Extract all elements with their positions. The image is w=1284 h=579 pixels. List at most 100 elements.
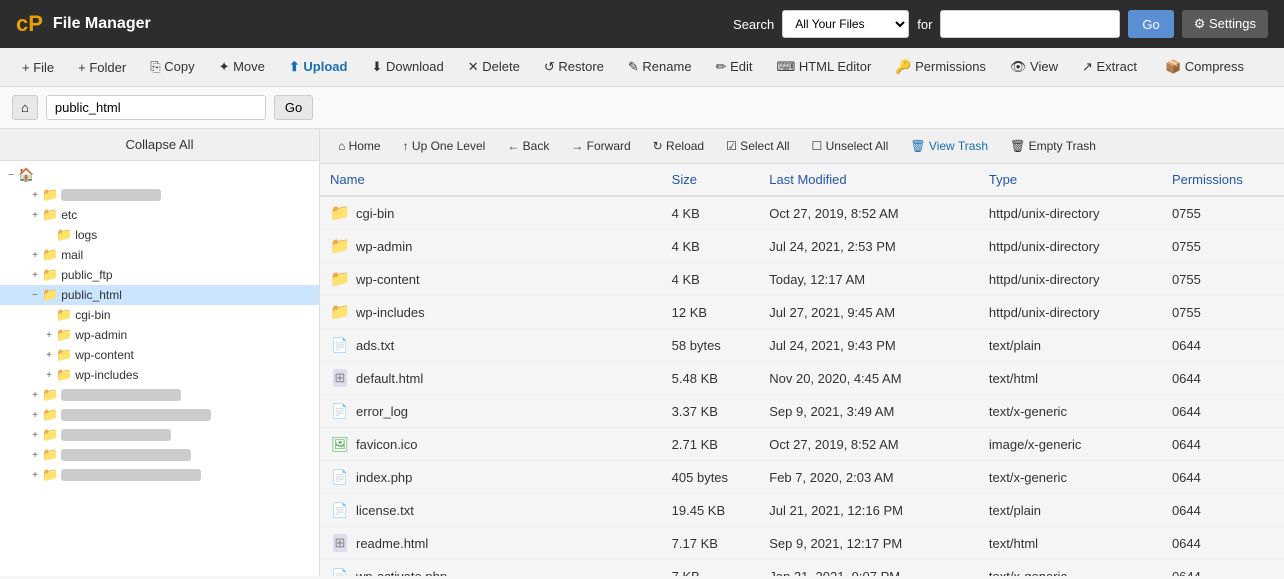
file-icon: 📄 xyxy=(330,566,350,576)
table-row[interactable]: ⊞ default.html 5.48 KB Nov 20, 2020, 4:4… xyxy=(320,362,1284,395)
tree-toggle-logs xyxy=(42,230,56,241)
file-name-cell[interactable]: 📁 wp-admin xyxy=(320,230,662,263)
tree-item-logs[interactable]: 📁 logs xyxy=(0,225,319,245)
file-modified: Oct 27, 2019, 8:52 AM xyxy=(759,428,979,461)
delete-button[interactable]: ✕ Delete xyxy=(458,54,530,80)
file-icon: 📁 xyxy=(330,269,350,289)
table-row[interactable]: 📄 license.txt 19.45 KB Jul 21, 2021, 12:… xyxy=(320,494,1284,527)
tree-item-cgi-bin[interactable]: 📁 cgi-bin xyxy=(0,305,319,325)
file-permissions: 0644 xyxy=(1162,461,1284,494)
table-row[interactable]: 📄 wp-activate.php 7 KB Jan 21, 2021, 9:0… xyxy=(320,560,1284,577)
file-name-cell[interactable]: ⊞ readme.html xyxy=(320,527,662,560)
tree-item-wp-includes[interactable]: + 📁 wp-includes xyxy=(0,365,319,385)
file-name-cell[interactable]: 📄 index.php xyxy=(320,461,662,494)
new-file-button[interactable]: + File xyxy=(12,55,64,80)
col-header-name[interactable]: Name xyxy=(320,164,662,196)
new-folder-button[interactable]: + Folder xyxy=(68,55,136,80)
home-nav-button[interactable]: ⌂ Home xyxy=(330,135,389,157)
view-button[interactable]: 👁 View xyxy=(1000,54,1068,80)
tree-toggle-root: − xyxy=(4,170,18,181)
file-name-cell[interactable]: 📄 wp-activate.php xyxy=(320,560,662,577)
file-name-cell[interactable]: 📁 cgi-bin xyxy=(320,196,662,230)
tree-toggle-wp-admin: + xyxy=(42,330,56,341)
forward-button[interactable]: → Forward xyxy=(563,135,638,157)
table-row[interactable]: 📄 index.php 405 bytes Feb 7, 2020, 2:03 … xyxy=(320,461,1284,494)
file-modified: Today, 12:17 AM xyxy=(759,263,979,296)
file-icon: 🖼 xyxy=(330,434,350,454)
file-name-cell[interactable]: 🖼 favicon.ico xyxy=(320,428,662,461)
select-all-button[interactable]: ☑ Select All xyxy=(718,135,797,157)
settings-button[interactable]: ⚙ Settings xyxy=(1182,10,1268,38)
tree-toggle: + xyxy=(28,450,42,461)
tree-item-blurred-3[interactable]: + 📁 xyxy=(0,405,319,425)
file-name-cell[interactable]: 📁 wp-includes xyxy=(320,296,662,329)
col-header-modified[interactable]: Last Modified xyxy=(759,164,979,196)
move-button[interactable]: ✦ Move xyxy=(209,54,275,80)
col-header-permissions[interactable]: Permissions xyxy=(1162,164,1284,196)
tree-label-wp-content: wp-content xyxy=(75,348,134,362)
table-row[interactable]: 📁 wp-content 4 KB Today, 12:17 AM httpd/… xyxy=(320,263,1284,296)
table-row[interactable]: 📄 error_log 3.37 KB Sep 9, 2021, 3:49 AM… xyxy=(320,395,1284,428)
html-editor-button[interactable]: ⌨ HTML Editor xyxy=(766,54,881,80)
extract-button[interactable]: ↗ Extract xyxy=(1072,54,1147,80)
folder-icon: 📁 xyxy=(42,187,58,203)
search-scope-select[interactable]: All Your Files File Names Only File Cont… xyxy=(782,10,909,38)
tree-item-wp-admin[interactable]: + 📁 wp-admin xyxy=(0,325,319,345)
sidebar: Collapse All − 🏠 + 📁 + 📁 etc xyxy=(0,129,320,576)
tree-item-root[interactable]: − 🏠 xyxy=(0,165,319,185)
permissions-button[interactable]: 🔑 Permissions xyxy=(885,54,996,80)
table-row[interactable]: 📄 ads.txt 58 bytes Jul 24, 2021, 9:43 PM… xyxy=(320,329,1284,362)
tree-item-blurred-2[interactable]: + 📁 xyxy=(0,385,319,405)
file-name-cell[interactable]: 📄 ads.txt xyxy=(320,329,662,362)
reload-button[interactable]: ↻ Reload xyxy=(645,135,712,157)
tree-item-public-html[interactable]: − 📁 public_html xyxy=(0,285,319,305)
tree-item-public-ftp[interactable]: + 📁 public_ftp xyxy=(0,265,319,285)
file-name-cell[interactable]: 📄 error_log xyxy=(320,395,662,428)
file-permissions: 0755 xyxy=(1162,263,1284,296)
search-input[interactable] xyxy=(940,10,1120,38)
compress-button[interactable]: 📦 Compress xyxy=(1155,54,1254,80)
col-header-type[interactable]: Type xyxy=(979,164,1162,196)
file-modified: Jul 24, 2021, 2:53 PM xyxy=(759,230,979,263)
file-permissions: 0755 xyxy=(1162,196,1284,230)
table-row[interactable]: 📁 cgi-bin 4 KB Oct 27, 2019, 8:52 AM htt… xyxy=(320,196,1284,230)
file-tree: − 🏠 + 📁 + 📁 etc xyxy=(0,161,319,489)
app-title: File Manager xyxy=(53,15,151,33)
empty-trash-button[interactable]: 🗑 Empty Trash xyxy=(1002,135,1104,157)
tree-item-wp-content[interactable]: + 📁 wp-content xyxy=(0,345,319,365)
tree-label-blurred xyxy=(61,449,191,461)
rename-button[interactable]: ✎ Rename xyxy=(618,54,702,80)
up-level-button[interactable]: ↑ Up One Level xyxy=(395,135,494,157)
tree-item-blurred-6[interactable]: + 📁 xyxy=(0,465,319,485)
file-name-cell[interactable]: 📄 license.txt xyxy=(320,494,662,527)
upload-button[interactable]: ⬆ Upload xyxy=(279,54,358,80)
path-input[interactable] xyxy=(46,95,266,120)
folder-icon: 📁 xyxy=(42,267,58,283)
table-row[interactable]: 📁 wp-includes 12 KB Jul 27, 2021, 9:45 A… xyxy=(320,296,1284,329)
search-go-button[interactable]: Go xyxy=(1128,10,1173,38)
addressbar-home-button[interactable]: ⌂ xyxy=(12,95,38,120)
tree-item-blurred-4[interactable]: + 📁 xyxy=(0,425,319,445)
file-name-cell[interactable]: 📁 wp-content xyxy=(320,263,662,296)
table-row[interactable]: 📁 wp-admin 4 KB Jul 24, 2021, 2:53 PM ht… xyxy=(320,230,1284,263)
unselect-all-button[interactable]: ☐ Unselect All xyxy=(804,135,897,157)
path-go-button[interactable]: Go xyxy=(274,95,313,120)
col-header-size[interactable]: Size xyxy=(662,164,760,196)
tree-item-mail[interactable]: + 📁 mail xyxy=(0,245,319,265)
tree-item-etc[interactable]: + 📁 etc xyxy=(0,205,319,225)
table-row[interactable]: ⊞ readme.html 7.17 KB Sep 9, 2021, 12:17… xyxy=(320,527,1284,560)
file-name-cell[interactable]: ⊞ default.html xyxy=(320,362,662,395)
copy-button[interactable]: ⎘ Copy xyxy=(140,54,204,80)
folder-icon: 📁 xyxy=(42,387,58,403)
back-button[interactable]: ← Back xyxy=(499,135,557,157)
download-button[interactable]: ⬇ Download xyxy=(361,54,453,80)
tree-item-blurred-5[interactable]: + 📁 xyxy=(0,445,319,465)
restore-button[interactable]: ↺ Restore xyxy=(534,54,614,80)
view-trash-button[interactable]: 🗑 View Trash xyxy=(902,135,996,157)
table-row[interactable]: 🖼 favicon.ico 2.71 KB Oct 27, 2019, 8:52… xyxy=(320,428,1284,461)
tree-item-blurred-1[interactable]: + 📁 xyxy=(0,185,319,205)
file-modified: Feb 7, 2020, 2:03 AM xyxy=(759,461,979,494)
tree-toggle: + xyxy=(28,390,42,401)
edit-button[interactable]: ✏ Edit xyxy=(706,54,763,80)
collapse-all-button[interactable]: Collapse All xyxy=(0,129,319,161)
